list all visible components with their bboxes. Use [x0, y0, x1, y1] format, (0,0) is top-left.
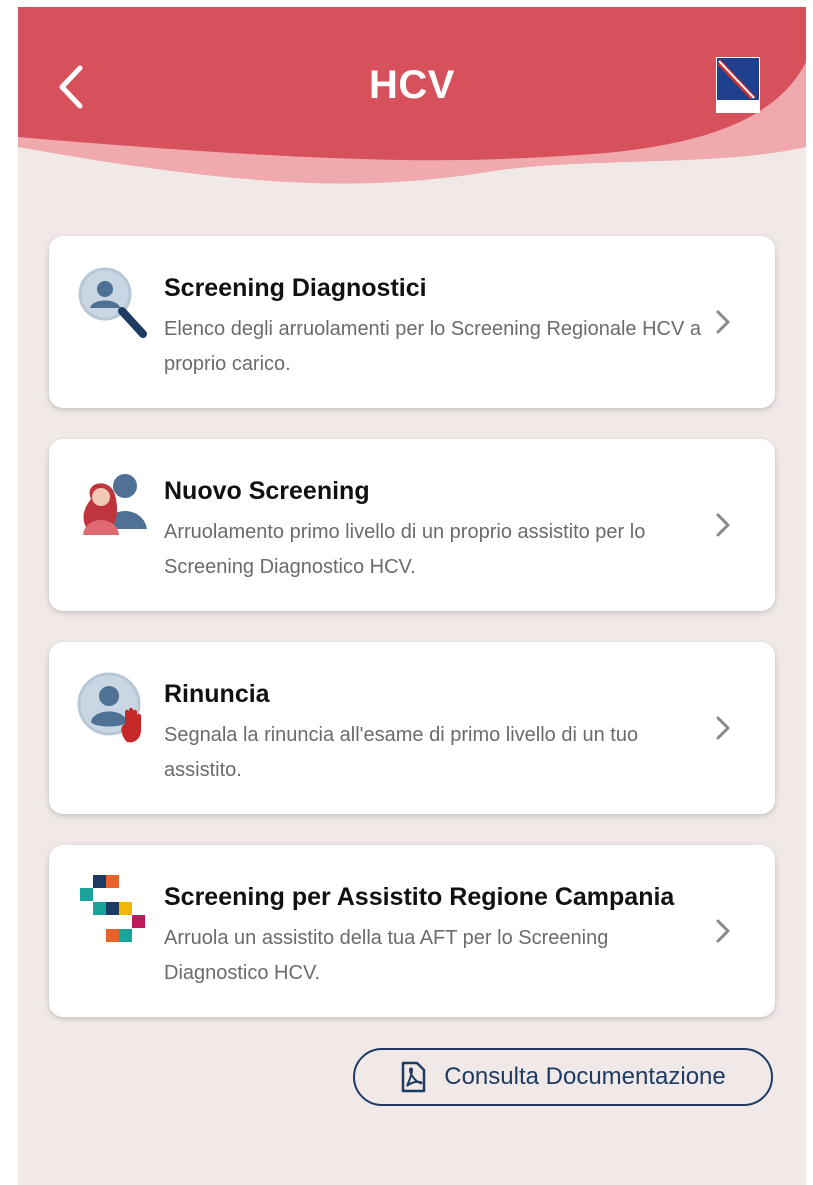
card-nuovo-screening[interactable]: Nuovo Screening Arruolamento primo livel…	[49, 439, 775, 611]
card-title: Rinuncia	[164, 680, 270, 708]
user-stop-icon	[77, 672, 141, 743]
card-description: Elenco degli arruolamenti per lo Screeni…	[164, 318, 701, 375]
consulta-documentazione-button[interactable]: Consulta Documentazione	[353, 1048, 773, 1106]
card-title: Screening per Assistito Regione Campania	[164, 883, 675, 911]
chevron-right-icon	[716, 716, 730, 740]
header: HCV	[18, 7, 806, 207]
card-description: Arruola un assistito della tua AFT per l…	[164, 927, 609, 984]
card-title: Screening Diagnostici	[164, 274, 427, 302]
card-description: Segnala la rinuncia all'esame di primo l…	[164, 724, 639, 781]
pdf-icon	[402, 1061, 426, 1093]
mosaic-logo-icon	[80, 875, 145, 942]
card-title: Nuovo Screening	[164, 477, 370, 505]
chevron-right-icon	[716, 919, 730, 943]
page-title: HCV	[369, 63, 455, 107]
regione-campania-logo	[716, 57, 760, 113]
people-icon	[83, 474, 147, 535]
magnifier-user-icon	[78, 267, 147, 338]
card-screening-assistito-regione[interactable]: Screening per Assistito Regione Campania…	[49, 845, 775, 1017]
app-screen: HCV Screening Diagnostici Elenco degli a…	[18, 7, 806, 1185]
consulta-documentazione-label: Consulta Documentazione	[444, 1063, 726, 1090]
chevron-right-icon	[716, 310, 730, 334]
card-rinuncia[interactable]: Rinuncia Segnala la rinuncia all'esame d…	[49, 642, 775, 814]
chevron-right-icon	[716, 513, 730, 537]
card-screening-diagnostici[interactable]: Screening Diagnostici Elenco degli arruo…	[49, 236, 775, 408]
regione-campania-logo-icon	[716, 57, 760, 113]
card-description: Arruolamento primo livello di un proprio…	[164, 521, 646, 578]
